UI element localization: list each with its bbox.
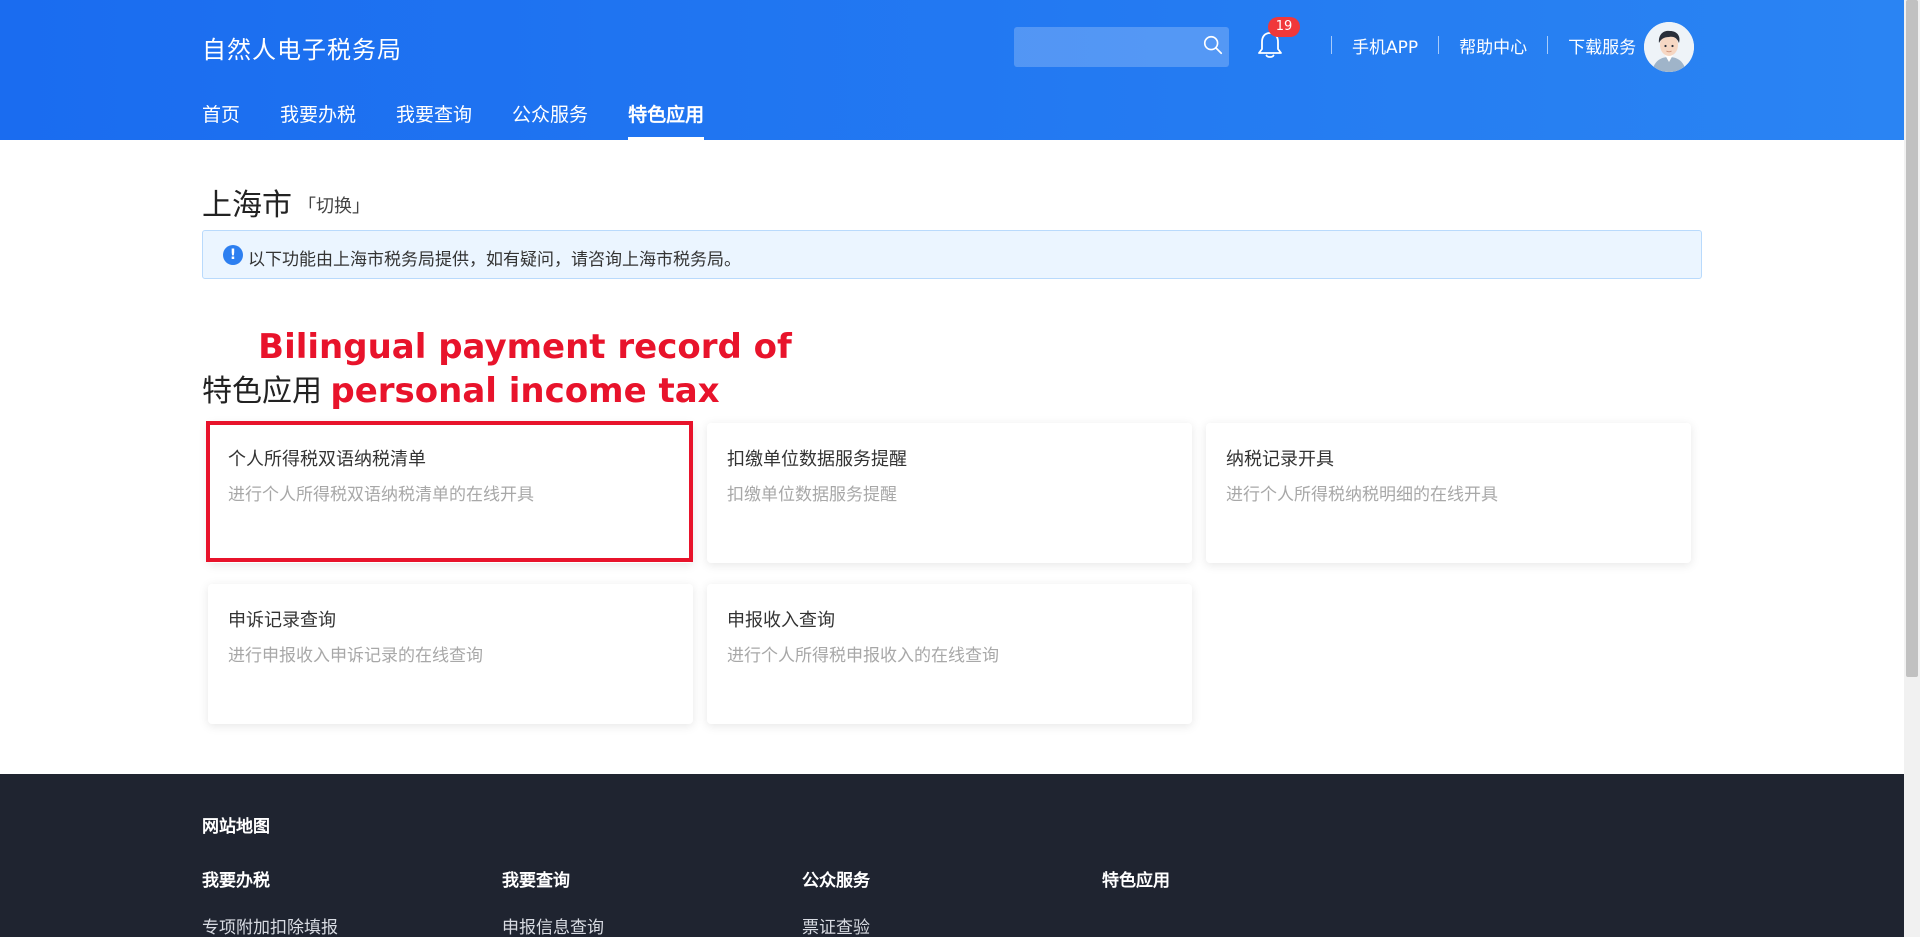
main-nav: 首页 我要办税 我要查询 公众服务 特色应用 xyxy=(202,100,744,140)
card-desc: 扣缴单位数据服务提醒 xyxy=(727,485,897,505)
card-title: 申报收入查询 xyxy=(727,610,835,631)
divider xyxy=(1331,36,1332,54)
top-header: 自然人电子税务局 19 手机APP 帮助中心 下载服务 首页 我要办税 我要查询… xyxy=(0,0,1904,140)
tab-tax-handling[interactable]: 我要办税 xyxy=(280,100,356,140)
footer-column-title: 我要办税 xyxy=(202,871,270,891)
tab-featured-apps[interactable]: 特色应用 xyxy=(628,100,705,140)
card-bilingual-tax-list[interactable]: 个人所得税双语纳税清单 进行个人所得税双语纳税清单的在线开具 xyxy=(208,423,693,563)
tab-public-service[interactable]: 公众服务 xyxy=(512,100,588,140)
divider xyxy=(1438,36,1440,54)
footer-column-title: 我要查询 xyxy=(502,871,570,891)
footer-link[interactable]: 专项附加扣除填报 xyxy=(202,913,482,937)
section-title: 特色应用 xyxy=(202,374,322,409)
divider xyxy=(1547,36,1549,54)
notice-bar: ! 以下功能由上海市税务局提供，如有疑问，请咨询上海市税务局。 xyxy=(202,230,1702,279)
card-desc: 进行个人所得税申报收入的在线查询 xyxy=(727,646,999,666)
card-title: 纳税记录开具 xyxy=(1226,449,1334,470)
footer-column: 特色应用 xyxy=(1102,866,1382,891)
card-title: 申诉记录查询 xyxy=(228,610,336,631)
site-logo[interactable]: 自然人电子税务局 xyxy=(202,30,402,65)
footer: 网站地图 我要办税 专项附加扣除填报 我要查询 申报信息查询 公众服务 票证查验… xyxy=(0,774,1904,937)
avatar[interactable] xyxy=(1644,22,1694,72)
notice-text: 以下功能由上海市税务局提供，如有疑问，请咨询上海市税务局。 xyxy=(248,250,741,270)
tab-home[interactable]: 首页 xyxy=(202,100,240,140)
city-title: 上海市 xyxy=(202,188,292,223)
mobile-app-link[interactable]: 手机APP xyxy=(1352,33,1418,58)
footer-link[interactable]: 票证查验 xyxy=(802,913,1082,937)
user-avatar-icon xyxy=(1644,22,1694,72)
card-tax-record-issue[interactable]: 纳税记录开具 进行个人所得税纳税明细的在线开具 xyxy=(1206,423,1691,563)
card-title: 扣缴单位数据服务提醒 xyxy=(727,449,907,470)
info-icon: ! xyxy=(223,245,243,265)
card-desc: 进行个人所得税双语纳税清单的在线开具 xyxy=(228,485,534,505)
footer-column: 公众服务 票证查验 xyxy=(802,866,1082,937)
search-icon[interactable] xyxy=(1202,34,1224,56)
card-withholding-reminder[interactable]: 扣缴单位数据服务提醒 扣缴单位数据服务提醒 xyxy=(707,423,1192,563)
footer-column: 我要查询 申报信息查询 xyxy=(502,866,782,937)
notification-badge: 19 xyxy=(1268,17,1300,37)
card-income-query[interactable]: 申报收入查询 进行个人所得税申报收入的在线查询 xyxy=(707,584,1192,724)
switch-city-link[interactable]: 「切换」 xyxy=(298,192,370,218)
card-desc: 进行申报收入申诉记录的在线查询 xyxy=(228,646,483,666)
footer-column-title: 特色应用 xyxy=(1102,871,1170,891)
card-appeal-record-query[interactable]: 申诉记录查询 进行申报收入申诉记录的在线查询 xyxy=(208,584,693,724)
footer-column-title: 公众服务 xyxy=(802,871,870,891)
download-service-link[interactable]: 下载服务 xyxy=(1568,33,1636,58)
footer-link[interactable]: 申报信息查询 xyxy=(502,913,782,937)
search-input[interactable] xyxy=(1014,27,1229,67)
tab-query[interactable]: 我要查询 xyxy=(396,100,472,140)
card-desc: 进行个人所得税纳税明细的在线开具 xyxy=(1226,485,1498,505)
scrollbar-thumb[interactable] xyxy=(1906,0,1918,677)
card-title: 个人所得税双语纳税清单 xyxy=(228,449,426,470)
footer-column: 我要办税 专项附加扣除填报 xyxy=(202,866,482,937)
site-map-title: 网站地图 xyxy=(202,817,270,837)
help-center-link[interactable]: 帮助中心 xyxy=(1459,33,1527,58)
top-links: 手机APP 帮助中心 下载服务 xyxy=(1311,33,1636,58)
